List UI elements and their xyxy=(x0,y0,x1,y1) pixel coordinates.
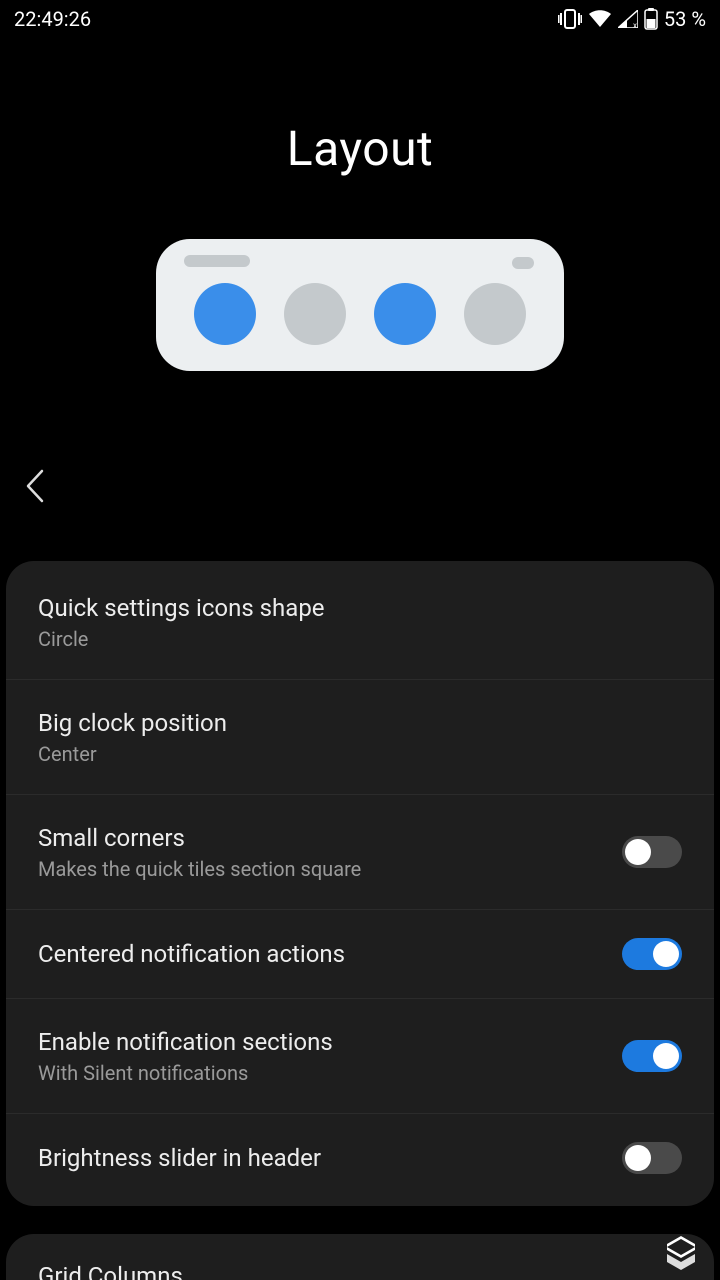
preview-tile-1 xyxy=(194,283,256,345)
row-small-corners[interactable]: Small corners Makes the quick tiles sect… xyxy=(6,795,714,910)
row-brightness-header[interactable]: Brightness slider in header xyxy=(6,1114,714,1206)
layout-preview xyxy=(156,239,564,371)
svg-text:x: x xyxy=(633,21,637,28)
signal-icon: x xyxy=(618,10,638,28)
toggle-brightness-header[interactable] xyxy=(622,1142,682,1174)
toggle-notif-sections[interactable] xyxy=(622,1040,682,1072)
row-sub: Center xyxy=(38,742,682,766)
settings-card-2: Grid Columns Sets the number of columns xyxy=(6,1234,714,1280)
row-sub: With Silent notifications xyxy=(38,1061,622,1085)
row-title: Centered notification actions xyxy=(38,939,622,969)
row-title: Brightness slider in header xyxy=(38,1143,622,1173)
settings-card: Quick settings icons shape Circle Big cl… xyxy=(6,561,714,1206)
preview-bar xyxy=(184,255,250,267)
row-sub: Circle xyxy=(38,627,682,651)
status-right: x 53 % xyxy=(558,7,706,31)
back-icon[interactable] xyxy=(22,467,50,505)
toggle-small-corners[interactable] xyxy=(622,836,682,868)
toggle-centered-actions[interactable] xyxy=(622,938,682,970)
preview-tile-2 xyxy=(284,283,346,345)
row-title: Small corners xyxy=(38,823,622,853)
header: Layout xyxy=(0,38,720,371)
row-big-clock[interactable]: Big clock position Center xyxy=(6,680,714,795)
row-title: Big clock position xyxy=(38,708,682,738)
app-logo-icon xyxy=(660,1232,702,1274)
row-title: Quick settings icons shape xyxy=(38,593,682,623)
preview-tile-3 xyxy=(374,283,436,345)
row-notif-sections[interactable]: Enable notification sections With Silent… xyxy=(6,999,714,1114)
battery-percent: 53 % xyxy=(664,7,706,31)
page-title: Layout xyxy=(287,120,434,177)
vibrate-icon xyxy=(558,9,582,29)
preview-pill xyxy=(512,257,534,269)
preview-tile-4 xyxy=(464,283,526,345)
status-bar: 22:49:26 x 53 % xyxy=(0,0,720,38)
row-title: Enable notification sections xyxy=(38,1027,622,1057)
battery-icon xyxy=(644,8,658,30)
status-time: 22:49:26 xyxy=(14,7,91,31)
row-centered-actions[interactable]: Centered notification actions xyxy=(6,910,714,999)
row-sub: Makes the quick tiles section square xyxy=(38,857,622,881)
row-title: Grid Columns xyxy=(38,1262,682,1280)
wifi-icon xyxy=(588,10,612,28)
row-qs-icon-shape[interactable]: Quick settings icons shape Circle xyxy=(6,565,714,680)
